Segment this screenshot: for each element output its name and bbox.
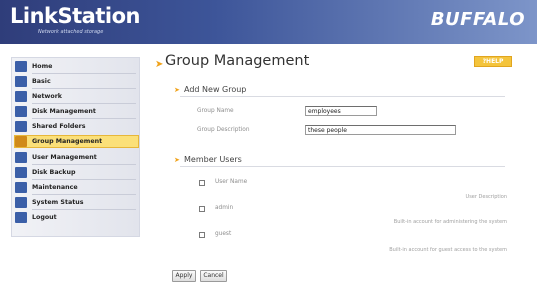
- sidebar: Home Basic Network Disk Management Share…: [11, 57, 140, 237]
- sidebar-item-label: Group Management: [32, 138, 103, 145]
- sidebar-item-label: Network: [32, 93, 62, 100]
- sidebar-item-maintenance[interactable]: Maintenance: [15, 181, 138, 194]
- sidebar-item-label: Disk Management: [32, 108, 96, 115]
- sidebar-item-disk-management[interactable]: Disk Management: [15, 105, 138, 118]
- status-icon: [15, 197, 27, 208]
- section-bullet-icon: ➤: [174, 86, 180, 94]
- disk-icon: [15, 106, 27, 117]
- sidebar-item-network[interactable]: Network: [15, 90, 138, 103]
- add-group-section-title: Add New Group: [184, 85, 247, 94]
- page-title: Group Management: [165, 53, 310, 69]
- linkstation-logo: LinkStation: [10, 4, 140, 28]
- logo-tagline: Network attached storage: [38, 29, 104, 35]
- buffalo-logo: BUFFALO: [430, 9, 525, 30]
- backup-icon: [15, 167, 27, 178]
- sidebar-item-label: User Management: [32, 154, 97, 161]
- sidebar-item-label: Disk Backup: [32, 169, 76, 176]
- help-button[interactable]: ?HELP: [474, 56, 512, 67]
- member-users-section-title: Member Users: [184, 155, 242, 164]
- section-bullet-icon: ➤: [174, 156, 180, 164]
- user-name-admin: admin: [215, 205, 234, 211]
- apply-button[interactable]: Apply: [172, 270, 196, 282]
- sidebar-item-shared-folders[interactable]: Shared Folders: [15, 120, 138, 133]
- group-name-label: Group Name: [197, 108, 234, 114]
- sidebar-item-label: Home: [32, 63, 53, 70]
- user-icon: [15, 152, 27, 163]
- sidebar-item-label: Basic: [32, 78, 51, 85]
- group-description-input[interactable]: [305, 125, 456, 135]
- user-description-admin: Built-in account for administering the s…: [393, 219, 507, 225]
- home-icon: [15, 61, 27, 72]
- title-bullet-icon: ➤: [155, 59, 164, 70]
- user-checkbox-admin[interactable]: [199, 206, 205, 212]
- user-description-guest: Built-in account for guest access to the…: [389, 247, 507, 253]
- sidebar-item-home[interactable]: Home: [15, 60, 138, 73]
- sidebar-item-group-management[interactable]: Group Management: [14, 135, 139, 148]
- sidebar-item-user-management[interactable]: User Management: [15, 151, 138, 164]
- logout-icon: [15, 212, 27, 223]
- select-all-checkbox[interactable]: [199, 180, 205, 186]
- basic-settings-icon: [15, 76, 27, 87]
- sidebar-item-label: Maintenance: [32, 184, 78, 191]
- header-banner: LinkStation Network attached storage BUF…: [0, 0, 537, 44]
- sidebar-item-basic[interactable]: Basic: [15, 75, 138, 88]
- user-name-column-header: User Name: [215, 179, 248, 185]
- sidebar-item-label: Shared Folders: [32, 123, 86, 130]
- sidebar-item-disk-backup[interactable]: Disk Backup: [15, 166, 138, 179]
- section-divider: [180, 96, 505, 97]
- maintenance-icon: [15, 182, 27, 193]
- group-icon: [15, 136, 27, 147]
- sidebar-item-system-status[interactable]: System Status: [15, 196, 138, 209]
- user-name-guest: guest: [215, 231, 232, 237]
- folder-icon: [15, 121, 27, 132]
- user-description-column-header: User Description: [465, 194, 507, 200]
- network-icon: [15, 91, 27, 102]
- group-description-label: Group Description: [197, 127, 250, 133]
- section-divider: [180, 166, 505, 167]
- sidebar-item-label: Logout: [32, 214, 57, 221]
- sidebar-item-logout[interactable]: Logout: [15, 211, 138, 224]
- user-checkbox-guest[interactable]: [199, 232, 205, 238]
- cancel-button[interactable]: Cancel: [200, 270, 227, 282]
- group-name-input[interactable]: [305, 106, 377, 116]
- sidebar-item-label: System Status: [32, 199, 84, 206]
